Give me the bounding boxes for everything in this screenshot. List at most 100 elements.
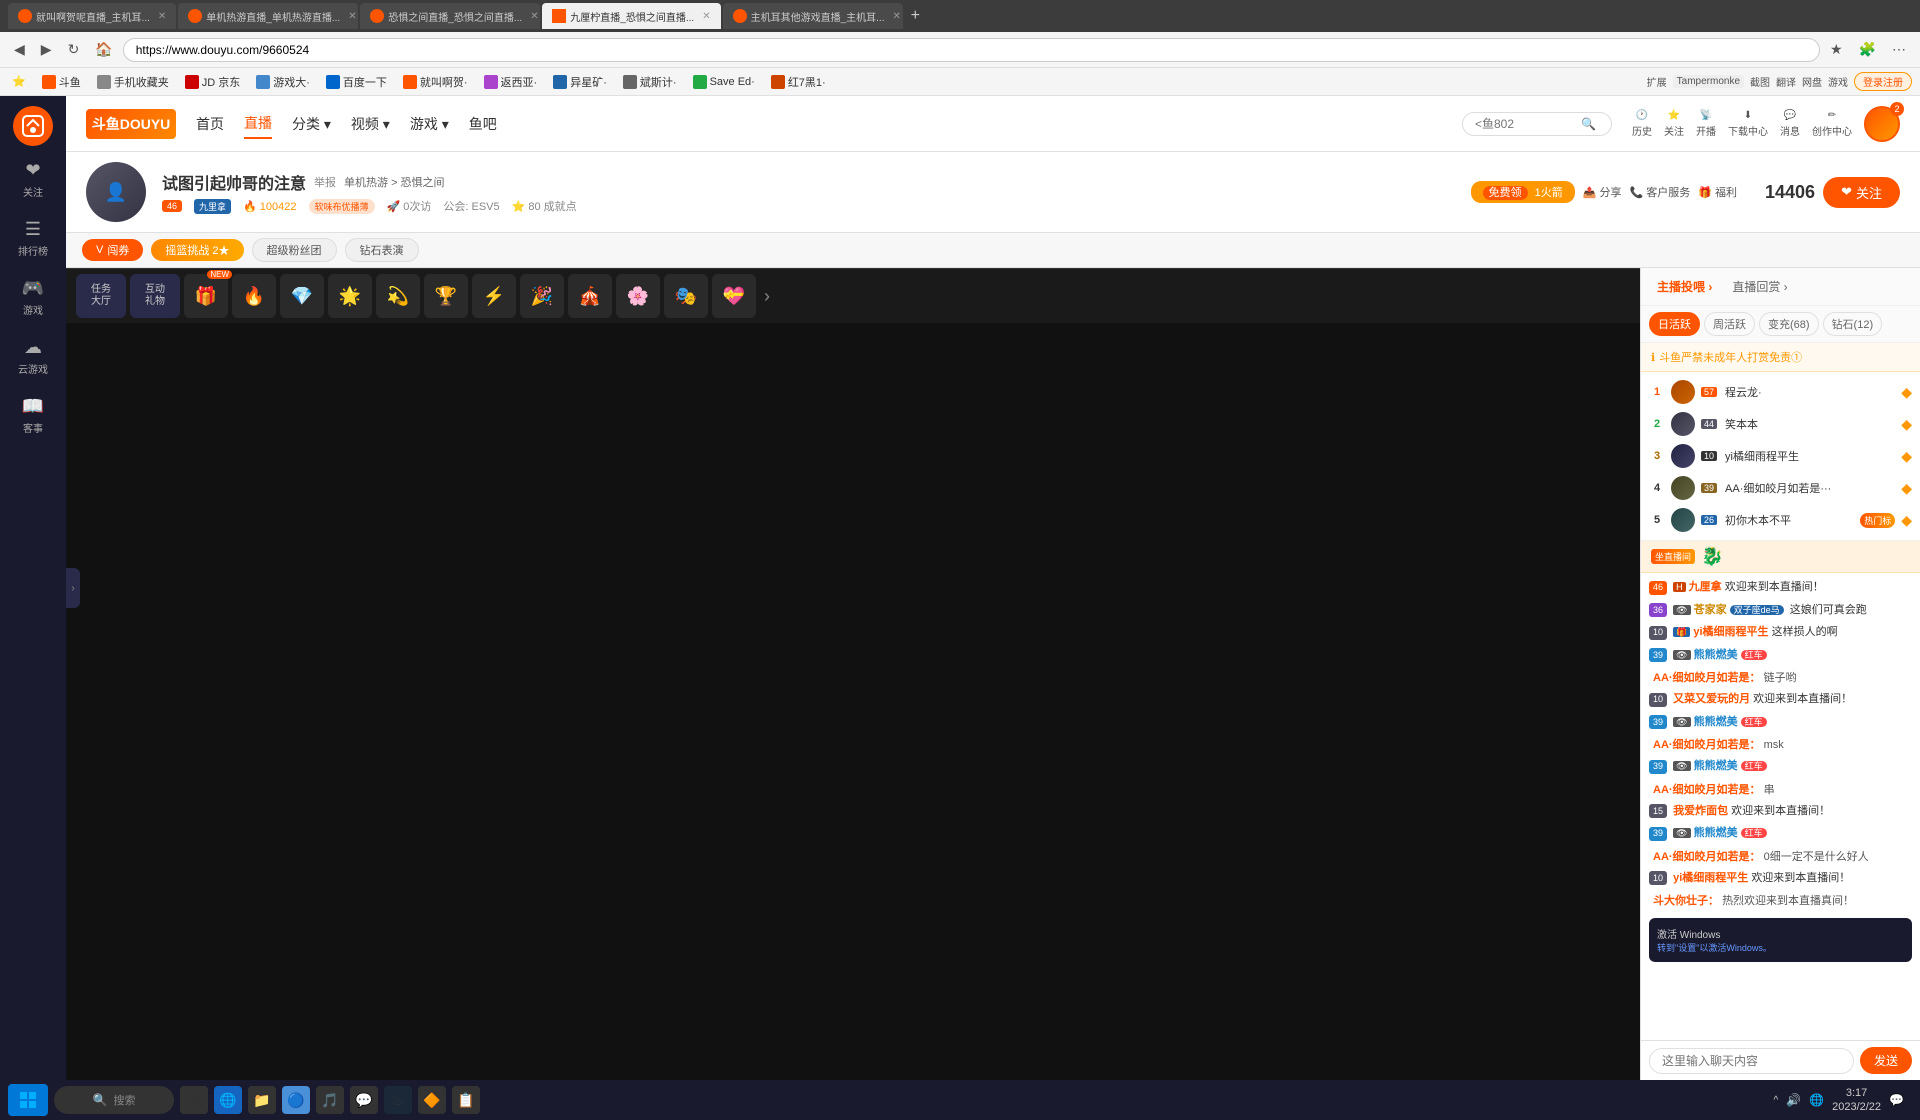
welfare-btn[interactable]: 🎁 福利 (1698, 184, 1737, 200)
back-button[interactable]: ◀ (8, 39, 31, 60)
new-tab-button[interactable]: + (905, 7, 926, 25)
bookmark-yixing[interactable]: 异星矿· (549, 72, 611, 92)
gift-emoji-12[interactable]: 💝 (712, 274, 756, 318)
ext-expand[interactable]: 扩展 (1647, 74, 1667, 89)
emoji-scroll-right[interactable]: › (760, 286, 774, 307)
forward-button[interactable]: ▶ (35, 39, 58, 60)
tab-5-close[interactable]: ✕ (893, 11, 901, 22)
task-btn[interactable]: 任务大厅 (76, 274, 126, 318)
tray-network-icon[interactable]: 🌐 (1809, 1093, 1824, 1107)
bookmark-douyu[interactable]: 斗鱼 (38, 72, 85, 92)
subtab-change[interactable]: 变充(68) (1759, 312, 1819, 336)
login-btn[interactable]: 登录注册 (1854, 72, 1912, 91)
sidebar-item-cloud[interactable]: ☁ 云游戏 (6, 331, 60, 382)
bookmark-game[interactable]: 游戏大· (252, 72, 314, 92)
sidebar-item-rank[interactable]: ☰ 排行榜 (6, 213, 60, 264)
nav-video[interactable]: 视频 ▾ (351, 110, 390, 138)
bookmark-saveed[interactable]: Save Ed· (689, 73, 759, 91)
sidebar-collapse-btn[interactable]: › (66, 568, 80, 608)
taskbar-clock[interactable]: 3:17 2023/2/22 (1832, 1086, 1881, 1115)
tab-4[interactable]: 九厘柠直播_恐惧之间直播... ✕ (542, 3, 720, 29)
interact-btn[interactable]: 互动礼物 (130, 274, 180, 318)
bookmark-xiya[interactable]: 返西亚· (480, 72, 542, 92)
chat-text-input[interactable] (1649, 1048, 1854, 1074)
bookmark-bsi[interactable]: 斌斯计· (619, 72, 681, 92)
sidebar-item-follow[interactable]: ❤ 关注 (6, 154, 60, 205)
sidebar-item-game[interactable]: 🎮 游戏 (6, 272, 60, 323)
taskbar-explorer[interactable]: 📁 (248, 1086, 276, 1114)
nav-home[interactable]: 首页 (196, 110, 224, 138)
tray-notification-icon[interactable]: 💬 (1889, 1093, 1904, 1107)
search-icon[interactable]: 🔍 (1581, 117, 1596, 131)
tab-2-close[interactable]: ✕ (348, 11, 356, 22)
taskbar-chrome[interactable]: 🔵 (282, 1086, 310, 1114)
url-bar[interactable] (123, 38, 1820, 62)
bookmark-jiao[interactable]: 就叫啊贺· (399, 72, 472, 92)
subtab-daily[interactable]: 日活跃 (1649, 312, 1700, 336)
follow-button[interactable]: ❤ 关注 (1823, 177, 1900, 208)
extensions-button[interactable]: 🧩 (1853, 39, 1882, 60)
history-btn[interactable]: 🕐 历史 (1632, 110, 1652, 138)
live-reward-tab[interactable]: 直播回赏 › (1726, 276, 1793, 297)
home-button[interactable]: 🏠 (89, 39, 118, 60)
tab-2[interactable]: 单机热游直播_单机热游直播... ✕ (178, 3, 358, 29)
nav-game[interactable]: 游戏 ▾ (410, 110, 449, 138)
taskbar-app1[interactable]: 🎵 (316, 1086, 344, 1114)
tab-3-close[interactable]: ✕ (530, 11, 538, 22)
sidebar-item-story[interactable]: 📖 客事 (6, 390, 60, 441)
streamer-recommend-tab[interactable]: 主播投喂 › (1651, 276, 1718, 297)
gift-emoji-5[interactable]: 💫 (376, 274, 420, 318)
tray-volume-icon[interactable]: 🔊 (1786, 1093, 1801, 1107)
rock-challenge-btn[interactable]: 摇篮挑战 2★ (151, 239, 243, 261)
send-message-button[interactable]: 发送 (1860, 1047, 1912, 1074)
start-button[interactable] (8, 1084, 48, 1116)
taskbar-app4[interactable]: 📋 (452, 1086, 480, 1114)
subtab-weekly[interactable]: 周活跃 (1704, 312, 1755, 336)
bookmark-hong7[interactable]: 红7黑1· (767, 72, 830, 92)
nav-fish[interactable]: 鱼吧 (469, 110, 497, 138)
gift-emoji-6[interactable]: 🏆 (424, 274, 468, 318)
user-avatar-container[interactable]: 2 (1864, 106, 1900, 142)
taskbar-app3[interactable]: 🔶 (418, 1086, 446, 1114)
gift-emoji-9[interactable]: 🎪 (568, 274, 612, 318)
taskbar-edge[interactable]: 🌐 (214, 1086, 242, 1114)
taskbar-steam[interactable]: ♨ (384, 1086, 412, 1114)
nav-live[interactable]: 直播 (244, 109, 272, 139)
taskbar-app2[interactable]: 💬 (350, 1086, 378, 1114)
diamond-performance-btn[interactable]: 钻石表演 (345, 238, 419, 262)
gift-emoji-3[interactable]: 💎 (280, 274, 324, 318)
bookmark-star-icon[interactable]: ⭐ (8, 73, 30, 90)
go-live-btn[interactable]: 📡 开播 (1696, 110, 1716, 138)
bookmark-star[interactable]: ★ (1824, 39, 1849, 60)
taskbar-task-view[interactable]: ⊞ (180, 1086, 208, 1114)
gift-emoji-10[interactable]: 🌸 (616, 274, 660, 318)
nav-category[interactable]: 分类 ▾ (292, 110, 331, 138)
tab-1[interactable]: 就叫啊贺呢直播_主机耳... ✕ (8, 3, 176, 29)
gift-emoji-2[interactable]: 🔥 (232, 274, 276, 318)
gift-emoji-7[interactable]: ⚡ (472, 274, 516, 318)
refresh-button[interactable]: ↻ (62, 39, 86, 60)
gift-emoji-11[interactable]: 🎭 (664, 274, 708, 318)
gift-emoji-8[interactable]: 🎉 (520, 274, 564, 318)
tab-1-close[interactable]: ✕ (158, 11, 166, 22)
search-input[interactable] (1475, 117, 1575, 131)
tab-5[interactable]: 主机耳其他游戏直播_主机耳... ✕ (723, 3, 903, 29)
creator-btn[interactable]: ✏ 创作中心 (1812, 110, 1852, 138)
super-fans-btn[interactable]: 超级粉丝团 (252, 238, 337, 262)
tray-expand-btn[interactable]: ^ (1774, 1095, 1779, 1106)
report-link[interactable]: 举报 (314, 174, 336, 190)
settings-button[interactable]: ⋯ (1886, 39, 1912, 60)
follow-btn[interactable]: ⭐ 关注 (1664, 110, 1684, 138)
share-btn[interactable]: 📤 分享 (1583, 184, 1622, 200)
customer-service-btn[interactable]: 📞 客户服务 (1629, 184, 1690, 200)
bookmark-mobile[interactable]: 手机收藏夹 (93, 72, 173, 92)
taskbar-search[interactable]: 🔍 搜索 (54, 1086, 174, 1114)
bookmark-baidu[interactable]: 百度一下 (322, 72, 391, 92)
download-btn[interactable]: ⬇ 下载中心 (1728, 110, 1768, 138)
gift-emoji-4[interactable]: 🌟 (328, 274, 372, 318)
v-coupon-btn[interactable]: V 闯券 (82, 239, 143, 261)
tab-3[interactable]: 恐惧之间直播_恐惧之间直播... ✕ (360, 3, 540, 29)
bookmark-jd[interactable]: JD 京东 (181, 72, 245, 92)
free-gift-btn[interactable]: 免费领 1火箭 (1471, 181, 1575, 203)
message-btn[interactable]: 💬 消息 (1780, 110, 1800, 138)
